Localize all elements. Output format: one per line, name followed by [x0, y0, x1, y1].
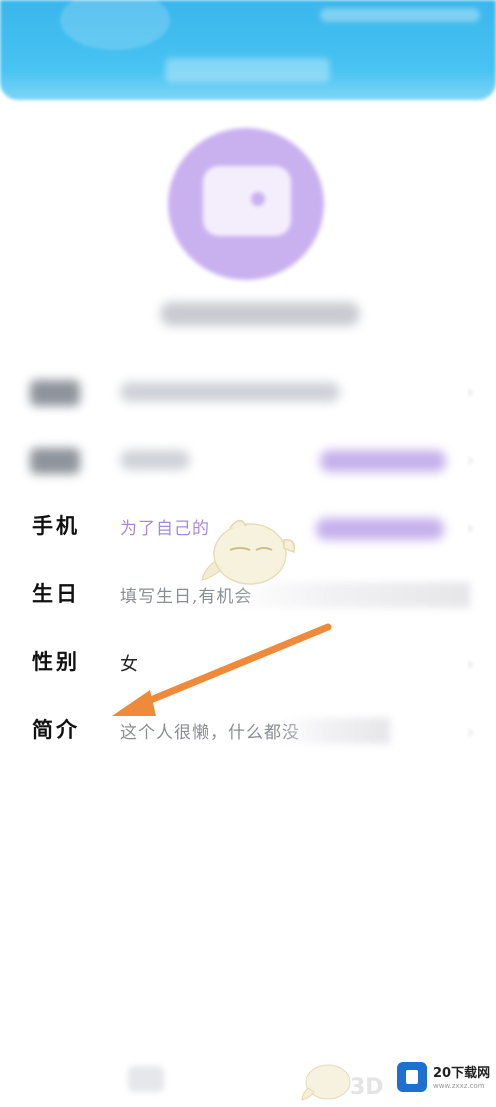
watermark-brand: 20下载网	[433, 1066, 491, 1081]
watermark-logo-icon	[397, 1062, 427, 1092]
watermark-url: www.zxxz.com	[433, 1082, 485, 1090]
orange-arrow-annotation	[112, 623, 332, 716]
bottom-button-blurred[interactable]	[128, 1066, 164, 1092]
mascot-small-watermark-icon	[301, 1064, 351, 1101]
watermark-text: 3D	[350, 1075, 384, 1100]
